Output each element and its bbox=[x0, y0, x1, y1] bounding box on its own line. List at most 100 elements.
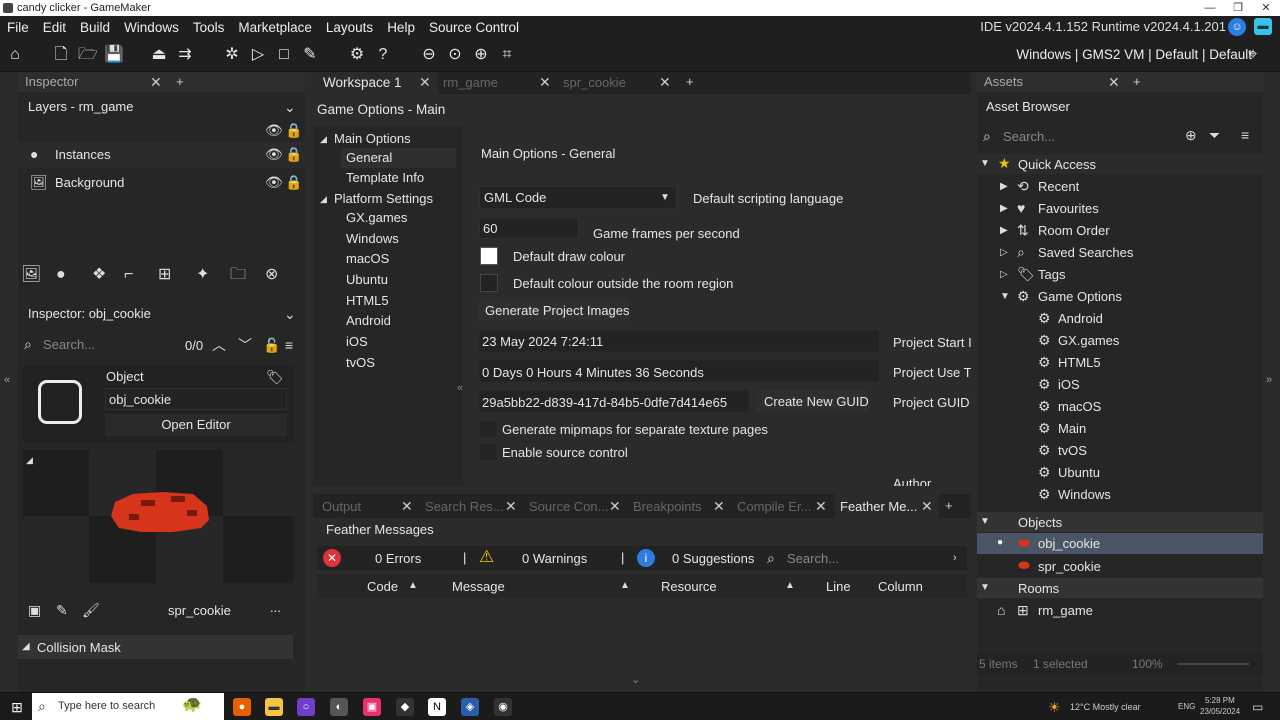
feather-search-input[interactable]: Search... bbox=[787, 551, 839, 566]
outside-colour-swatch[interactable] bbox=[480, 274, 498, 292]
close-tab-icon[interactable]: ✕ bbox=[505, 498, 517, 515]
save-icon[interactable]: 💾 bbox=[104, 46, 124, 64]
filter-icon[interactable]: ⏷ bbox=[1209, 127, 1220, 143]
sprite-new-icon[interactable]: ▣ bbox=[28, 602, 41, 618]
expand-right-icon[interactable]: ▷ bbox=[1000, 267, 1008, 283]
app-icon[interactable]: ◐ bbox=[330, 698, 348, 716]
collapse-down-icon[interactable]: ⌄ bbox=[631, 672, 640, 688]
effect-layer-icon[interactable]: ✦ bbox=[196, 267, 209, 283]
tab-spr-cookie[interactable]: spr_cookie bbox=[563, 75, 626, 90]
tree-item-ios[interactable]: iOS bbox=[346, 334, 368, 349]
stop-icon[interactable]: □ bbox=[275, 46, 293, 64]
object-name-field[interactable]: obj_cookie bbox=[105, 388, 287, 410]
quick-item-game-options[interactable]: Game Options bbox=[1038, 289, 1122, 304]
objects-group-row[interactable]: ▼ Objects bbox=[977, 512, 1263, 532]
add-path-layer-icon[interactable]: ⌐ bbox=[124, 267, 133, 283]
chevron-down-icon[interactable]: ⌄ bbox=[284, 306, 296, 322]
close-tab-icon[interactable]: ✕ bbox=[539, 74, 551, 91]
game-option-html5[interactable]: HTML5 bbox=[1058, 355, 1101, 370]
generate-images-button[interactable]: Generate Project Images bbox=[479, 299, 630, 321]
notification-icon[interactable]: ▭ bbox=[1252, 699, 1263, 715]
warning-count[interactable]: 0 Warnings bbox=[522, 551, 587, 566]
column-message[interactable]: Message bbox=[452, 579, 505, 594]
expand-right-icon[interactable]: ▷ bbox=[1000, 245, 1008, 261]
game-option-main[interactable]: Main bbox=[1058, 421, 1086, 436]
add-tab-icon[interactable]: + bbox=[945, 498, 953, 513]
error-count[interactable]: 0 Errors bbox=[375, 551, 421, 566]
zoom-reset-icon[interactable]: ⊙ bbox=[446, 46, 464, 64]
clean-icon[interactable]: ✎ bbox=[301, 46, 319, 64]
add-folder-icon[interactable]: ⊞ bbox=[158, 267, 171, 283]
tag-icon[interactable]: 🏷 bbox=[266, 369, 284, 385]
layer-row-background[interactable]: 🖼 Background 👁 🔒 bbox=[18, 170, 305, 196]
collapse-tree-icon[interactable]: « bbox=[457, 380, 463, 396]
debug-icon[interactable]: ✲ bbox=[223, 46, 241, 64]
help-icon[interactable]: ? bbox=[374, 46, 392, 64]
lock-icon[interactable]: 🔒 bbox=[285, 122, 302, 138]
tree-item-ubuntu[interactable]: Ubuntu bbox=[346, 272, 388, 287]
draw-colour-swatch[interactable] bbox=[480, 247, 498, 265]
brush-icon[interactable]: 🖌 bbox=[82, 602, 100, 618]
lock-icon[interactable]: 🔒 bbox=[285, 146, 302, 162]
sort-icon[interactable]: ▲ bbox=[620, 578, 630, 594]
info-icon[interactable]: i bbox=[637, 549, 655, 567]
import-icon[interactable]: ⇉ bbox=[176, 46, 194, 64]
open-project-icon[interactable]: 🗁 bbox=[78, 46, 98, 64]
tab-feather-messages[interactable]: Feather Me... ✕ bbox=[835, 494, 939, 518]
close-tab-icon[interactable]: ✕ bbox=[815, 498, 827, 515]
export-icon[interactable]: ⏏ bbox=[150, 46, 168, 64]
tab-workspace-1[interactable]: Workspace 1 ✕ bbox=[313, 72, 438, 94]
more-options-button[interactable]: ... bbox=[270, 600, 281, 615]
game-option-windows[interactable]: Windows bbox=[1058, 487, 1111, 502]
open-editor-button[interactable]: Open Editor bbox=[105, 414, 287, 436]
quick-item-favourites[interactable]: Favourites bbox=[1038, 201, 1099, 216]
close-tab-icon[interactable]: ✕ bbox=[401, 498, 413, 515]
expand-right-icon[interactable]: ▶ bbox=[1000, 179, 1008, 195]
notion-icon[interactable]: N bbox=[428, 698, 446, 716]
add-tab-icon[interactable]: + bbox=[686, 74, 694, 89]
expand-right-icon[interactable]: ▶ bbox=[1000, 201, 1008, 217]
sort-icon[interactable]: ▲ bbox=[408, 578, 418, 594]
settings-gear-icon[interactable]: ⚙ bbox=[348, 46, 366, 64]
tab-output[interactable]: Output bbox=[322, 499, 361, 514]
add-tile-layer-icon[interactable]: ❖ bbox=[92, 267, 106, 283]
source-control-checkbox[interactable] bbox=[480, 444, 496, 460]
close-tab-icon[interactable]: ✕ bbox=[419, 74, 431, 91]
tab-compile-errors[interactable]: Compile Er... bbox=[737, 499, 811, 514]
scripting-language-select[interactable]: GML Code ▼ bbox=[479, 186, 677, 209]
column-column[interactable]: Column bbox=[878, 579, 923, 594]
quick-item-saved-searches[interactable]: Saved Searches bbox=[1038, 245, 1133, 260]
collapse-triangle-icon[interactable]: ◢ bbox=[320, 191, 327, 207]
menu-icon[interactable]: ≡ bbox=[285, 337, 293, 353]
fps-input[interactable]: 60 bbox=[479, 217, 579, 239]
tab-source-control[interactable]: Source Con... bbox=[529, 499, 609, 514]
tree-item-android[interactable]: Android bbox=[346, 313, 391, 328]
asset-item-spr-cookie[interactable]: spr_cookie bbox=[1038, 559, 1101, 574]
menu-tools[interactable]: Tools bbox=[186, 20, 232, 35]
lock-icon[interactable]: 🔒 bbox=[285, 174, 302, 190]
user-avatar-icon[interactable]: ☺ bbox=[1228, 18, 1246, 36]
tab-search-results[interactable]: Search Res... bbox=[425, 499, 504, 514]
chevron-right-icon[interactable]: › bbox=[953, 550, 957, 566]
minimize-button[interactable]: — bbox=[1196, 0, 1224, 16]
quick-item-room-order[interactable]: Room Order bbox=[1038, 223, 1110, 238]
chevron-down-icon[interactable]: ﹀ bbox=[238, 337, 252, 353]
expand-down-icon[interactable]: ▼ bbox=[1000, 289, 1010, 305]
asset-search-input[interactable]: Search... bbox=[1003, 129, 1055, 144]
column-code[interactable]: Code bbox=[367, 579, 398, 594]
close-tab-icon[interactable]: ✕ bbox=[921, 498, 933, 515]
language-indicator[interactable]: ENG bbox=[1178, 702, 1195, 711]
tree-main-options[interactable]: Main Options bbox=[334, 131, 411, 146]
run-icon[interactable]: ▷ bbox=[249, 46, 267, 64]
inspector-tab[interactable]: Inspector bbox=[25, 74, 78, 89]
menu-source-control[interactable]: Source Control bbox=[422, 20, 526, 35]
zoom-slider[interactable] bbox=[1177, 663, 1249, 665]
home-icon[interactable]: ⌂ bbox=[6, 46, 24, 64]
column-line[interactable]: Line bbox=[826, 579, 851, 594]
asset-item-obj-cookie[interactable]: ● ⬬ obj_cookie bbox=[977, 533, 1263, 554]
inspector-search-input[interactable]: Search... bbox=[43, 337, 95, 352]
menu-file[interactable]: File bbox=[0, 20, 36, 35]
delete-layer-icon[interactable]: ⊗ bbox=[265, 267, 278, 283]
eye-icon[interactable]: 👁 bbox=[265, 146, 283, 162]
error-icon[interactable]: ✕ bbox=[323, 549, 341, 567]
